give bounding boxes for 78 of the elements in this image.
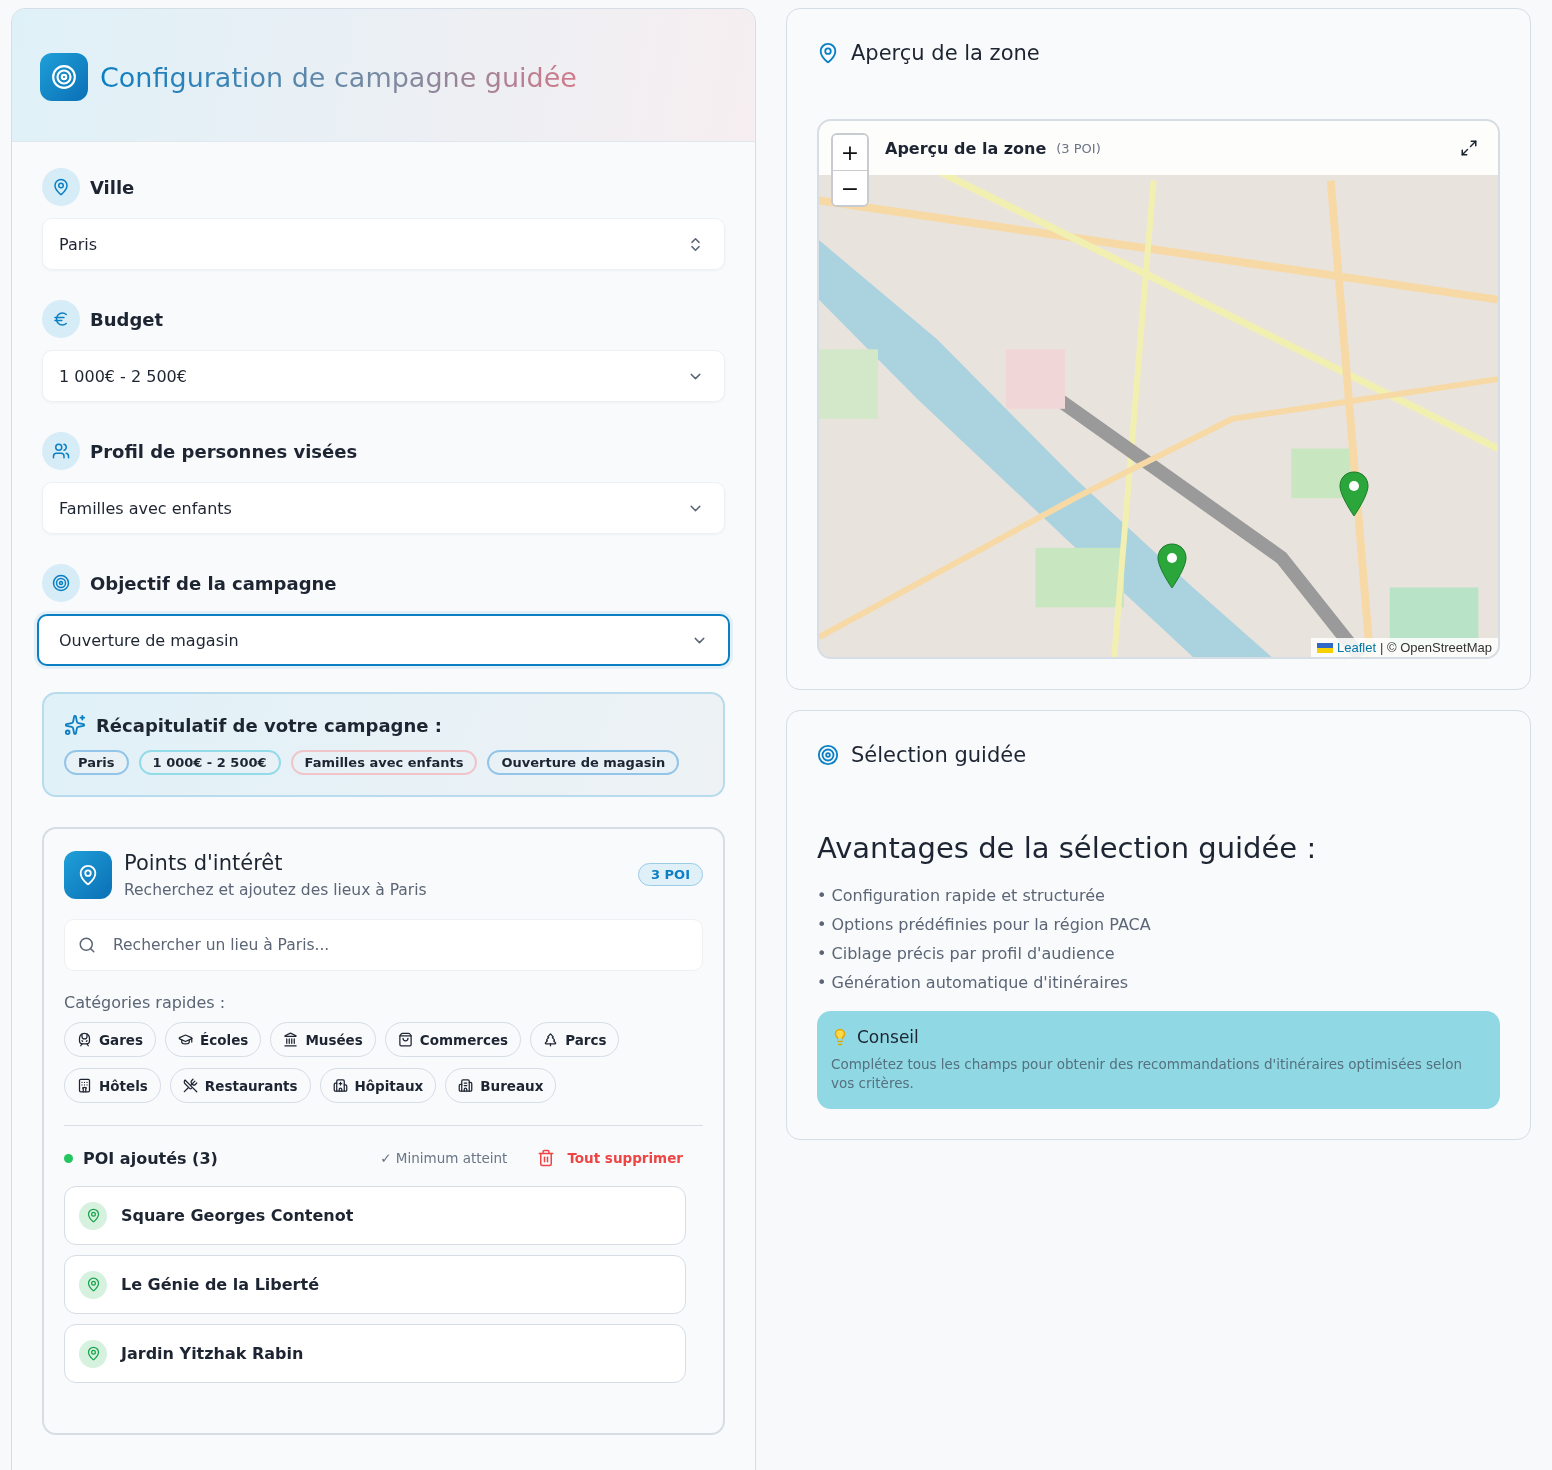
attribution-link[interactable]: Leaflet bbox=[1337, 640, 1377, 655]
summary-tag: Ouverture de magasin bbox=[487, 750, 680, 775]
field-label: Ville bbox=[90, 176, 135, 198]
select-field[interactable]: 1 000€ - 2 500€ bbox=[42, 350, 725, 402]
category-icon bbox=[283, 1032, 299, 1047]
category-button[interactable]: Restaurants bbox=[169, 1068, 311, 1103]
category-icon bbox=[178, 1032, 194, 1047]
panel-title: Aperçu de la zone bbox=[851, 41, 1040, 65]
category-button[interactable]: Bureaux bbox=[445, 1068, 557, 1103]
poi-title: Points d'intérêt bbox=[124, 851, 284, 875]
select-field[interactable]: Familles avec enfants bbox=[42, 482, 725, 534]
poi-name: Square Georges Contenot bbox=[121, 1206, 354, 1225]
map-marker-icon[interactable] bbox=[1157, 543, 1187, 589]
map-pin-icon bbox=[79, 1270, 107, 1299]
poi-item[interactable]: Le Génie de la Liberté bbox=[64, 1255, 686, 1314]
category-icon bbox=[77, 1078, 92, 1093]
sparkles-icon bbox=[64, 714, 86, 736]
category-button[interactable]: Écoles bbox=[165, 1022, 262, 1057]
category-icon bbox=[182, 1078, 198, 1093]
fullscreen-icon[interactable] bbox=[1460, 139, 1478, 157]
summary-title: Récapitulatif de votre campagne : bbox=[96, 714, 442, 736]
benefit-item: • Ciblage précis par profil d'audience bbox=[817, 943, 1116, 965]
poi-count-badge: 3 POI bbox=[638, 863, 703, 886]
category-button[interactable]: Hôpitaux bbox=[319, 1068, 437, 1103]
select-field[interactable]: Ouverture de magasin bbox=[37, 614, 730, 666]
flag-icon bbox=[1317, 642, 1333, 653]
tip-text: Complétez tous les champs pour obtenir des recommandations d'itinéraires optimisées selon vos critères. bbox=[831, 1055, 1463, 1093]
benefit-item: • Options prédéfinies pour la région PACA bbox=[817, 914, 1152, 936]
category-icon bbox=[77, 1032, 92, 1047]
benefit-item: • Configuration rapide et structurée bbox=[817, 885, 1106, 907]
panel-title: Sélection guidée bbox=[851, 743, 1027, 767]
summary-tag: Paris bbox=[64, 750, 129, 775]
tip-title: Conseil bbox=[857, 1027, 919, 1047]
category-button[interactable]: Musées bbox=[270, 1022, 376, 1057]
summary-tag: Familles avec enfants bbox=[290, 750, 478, 775]
poi-subtitle: Recherchez et ajoutez des lieux à Paris bbox=[124, 881, 427, 899]
status-text: ✓ Minimum atteint bbox=[380, 1150, 508, 1166]
status-dot bbox=[64, 1153, 73, 1163]
map-pin-icon bbox=[79, 1201, 107, 1230]
category-button[interactable]: Gares bbox=[64, 1022, 157, 1057]
map-title: Aperçu de la zone bbox=[885, 138, 1047, 158]
attribution-text: | © OpenStreetMap bbox=[1380, 640, 1492, 655]
search-icon bbox=[78, 936, 96, 954]
category-button[interactable]: Hôtels bbox=[64, 1068, 161, 1103]
target-icon bbox=[817, 744, 839, 766]
map-pin-icon bbox=[64, 851, 112, 899]
field-label: Objectif de la campagne bbox=[90, 572, 337, 594]
clear-all-button[interactable]: Tout supprimer bbox=[531, 1148, 689, 1168]
field-icon bbox=[42, 564, 80, 602]
categories-label: Catégories rapides : bbox=[64, 993, 227, 1012]
map-pin-icon bbox=[79, 1339, 107, 1368]
category-icon bbox=[397, 1032, 413, 1047]
field-icon bbox=[42, 432, 80, 470]
select-field[interactable]: Paris bbox=[42, 218, 725, 270]
benefits-heading: Avantages de la sélection guidée : bbox=[817, 831, 1318, 865]
field-icon bbox=[42, 168, 80, 206]
added-label: POI ajoutés (3) bbox=[83, 1148, 218, 1168]
category-button[interactable]: Commerces bbox=[384, 1022, 522, 1057]
target-icon bbox=[40, 53, 88, 101]
field-icon bbox=[42, 300, 80, 338]
field-label: Budget bbox=[90, 308, 164, 330]
poi-count: (3 POI) bbox=[1056, 140, 1101, 156]
category-button[interactable]: Parcs bbox=[530, 1022, 620, 1057]
map-pin-icon bbox=[817, 42, 839, 64]
category-icon bbox=[332, 1078, 348, 1093]
category-icon bbox=[458, 1078, 474, 1093]
field-label: Profil de personnes visées bbox=[90, 440, 358, 462]
trash-icon bbox=[537, 1149, 556, 1167]
poi-name: Jardin Yitzhak Rabin bbox=[121, 1344, 304, 1363]
poi-item[interactable]: Jardin Yitzhak Rabin bbox=[64, 1324, 686, 1383]
map-marker-icon[interactable] bbox=[1339, 471, 1369, 517]
poi-name: Le Génie de la Liberté bbox=[121, 1275, 319, 1294]
search-field[interactable]: Rechercher un lieu à Paris... bbox=[64, 919, 703, 971]
summary-tag: 1 000€ - 2 500€ bbox=[138, 750, 281, 775]
benefit-item: • Génération automatique d'itinéraires bbox=[817, 972, 1130, 994]
poi-item[interactable]: Square Georges Contenot bbox=[64, 1186, 686, 1245]
category-icon bbox=[543, 1032, 559, 1047]
zoom-out-button[interactable]: − bbox=[833, 170, 867, 205]
